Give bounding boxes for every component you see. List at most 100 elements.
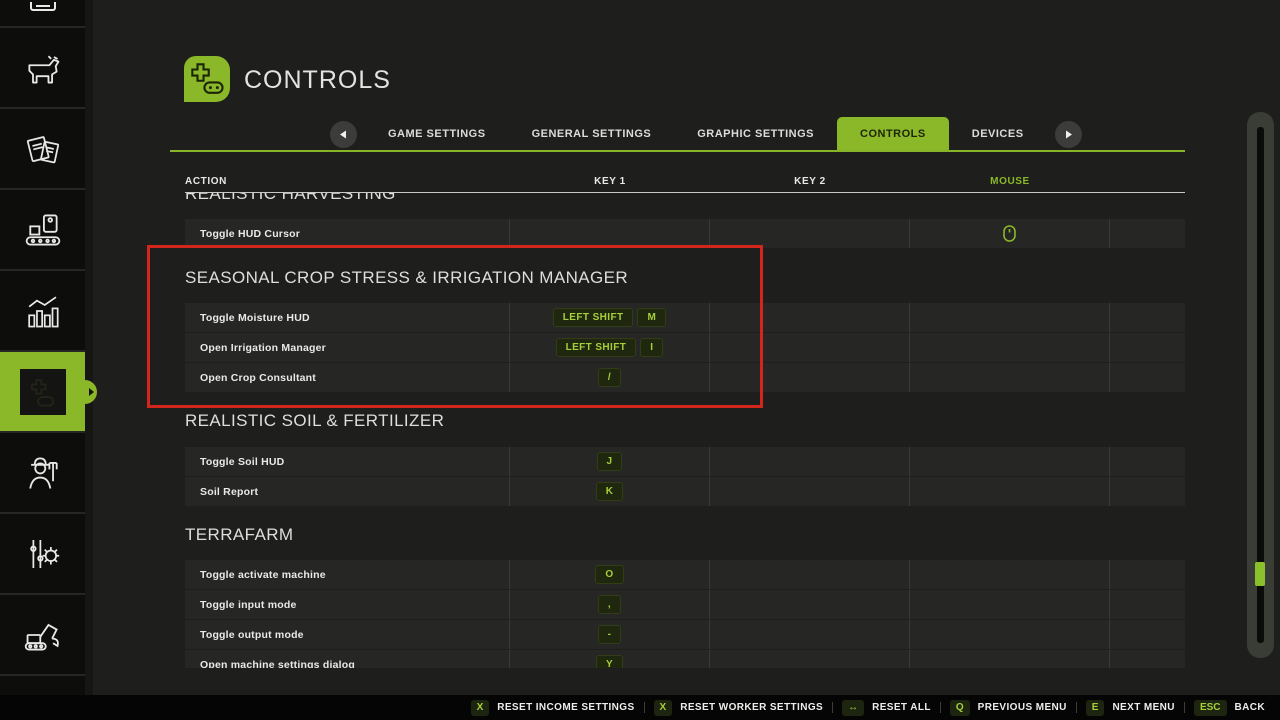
key2-cell[interactable]	[710, 333, 910, 362]
extra-cell	[1110, 447, 1184, 476]
key1-cell[interactable]: LEFT SHIFT M	[510, 303, 710, 332]
section-title: REALISTIC HARVESTING	[185, 193, 1185, 204]
mouse-cell[interactable]	[910, 590, 1110, 619]
table-row[interactable]: Toggle input mode ,	[185, 590, 1185, 620]
sidebar-item-production[interactable]	[0, 190, 85, 271]
action-label: Open Crop Consultant	[185, 363, 510, 392]
key-badge: K	[596, 482, 624, 501]
tab-game-settings[interactable]: GAME SETTINGS	[365, 117, 509, 151]
scrollbar-thumb[interactable]	[1255, 562, 1265, 586]
key1-cell[interactable]: /	[510, 363, 710, 392]
sidebar-item-controls[interactable]	[0, 352, 85, 433]
key2-cell[interactable]	[710, 447, 910, 476]
tab-bar: GAME SETTINGS GENERAL SETTINGS GRAPHIC S…	[322, 117, 1090, 151]
gamepad-dpad-icon	[188, 60, 226, 98]
mouse-cell[interactable]	[910, 620, 1110, 649]
key1-cell[interactable]: K	[510, 477, 710, 506]
action-label: Toggle Moisture HUD	[185, 303, 510, 332]
key2-cell[interactable]	[710, 560, 910, 589]
table-row[interactable]: Toggle output mode -	[185, 620, 1185, 650]
key1-cell[interactable]: -	[510, 620, 710, 649]
sidebar-item-settings[interactable]	[0, 514, 85, 595]
table-header: ACTION KEY 1 KEY 2 MOUSE	[185, 170, 1185, 193]
mouse-cell[interactable]	[910, 219, 1110, 248]
sidebar-item-vehicles[interactable]	[0, 0, 85, 28]
table-row[interactable]: Toggle HUD Cursor	[185, 219, 1185, 249]
key-e-badge: E	[1086, 700, 1105, 716]
extra-cell	[1110, 620, 1184, 649]
table-row[interactable]: Open Irrigation Manager LEFT SHIFT I	[185, 333, 1185, 363]
table-row[interactable]: Toggle activate machine O	[185, 560, 1185, 590]
section-realistic-harvesting: REALISTIC HARVESTING	[185, 193, 1185, 204]
controls-screen: CONTROLS GAME SETTINGS GENERAL SETTINGS …	[0, 0, 1280, 720]
reset-worker-settings-button[interactable]: X RESET WORKER SETTINGS	[645, 700, 833, 716]
table-row[interactable]: Soil Report K	[185, 477, 1185, 507]
key2-cell[interactable]	[710, 590, 910, 619]
mouse-cell[interactable]	[910, 447, 1110, 476]
tab-devices[interactable]: DEVICES	[949, 117, 1047, 151]
sidebar-item-animals[interactable]	[0, 28, 85, 109]
key1-cell[interactable]: O	[510, 560, 710, 589]
controls-active-icon	[20, 369, 66, 415]
documents-icon	[22, 129, 64, 169]
action-label: Toggle input mode	[185, 590, 510, 619]
key1-cell[interactable]: LEFT SHIFT I	[510, 333, 710, 362]
tab-general-settings[interactable]: GENERAL SETTINGS	[509, 117, 675, 151]
extra-cell	[1110, 363, 1184, 392]
mouse-cell[interactable]	[910, 303, 1110, 332]
previous-menu-button[interactable]: Q PREVIOUS MENU	[941, 700, 1076, 716]
key1-cell[interactable]	[510, 219, 710, 248]
column-header-key2: KEY 2	[710, 176, 910, 187]
table-row[interactable]: Open Crop Consultant /	[185, 363, 1185, 393]
sidebar-item-construction[interactable]	[0, 595, 85, 676]
sidebar	[0, 0, 85, 695]
key2-cell[interactable]	[710, 303, 910, 332]
mouse-cell[interactable]	[910, 333, 1110, 362]
table-row[interactable]: Open machine settings dialog Y	[185, 650, 1185, 668]
mouse-icon	[1003, 225, 1016, 242]
action-label: Toggle output mode	[185, 620, 510, 649]
next-menu-button[interactable]: E NEXT MENU	[1077, 700, 1184, 716]
key-badge: ,	[598, 595, 621, 614]
tabs-next-button[interactable]	[1055, 121, 1082, 148]
mouse-cell[interactable]	[910, 650, 1110, 668]
cow-icon	[21, 48, 65, 88]
key2-cell[interactable]	[710, 650, 910, 668]
sidebar-item-character[interactable]	[0, 433, 85, 514]
key2-cell[interactable]	[710, 219, 910, 248]
column-header-mouse: MOUSE	[910, 176, 1110, 187]
sidebar-item-statistics[interactable]	[0, 271, 85, 352]
table-row[interactable]: Toggle Soil HUD J	[185, 447, 1185, 477]
tabs-prev-button[interactable]	[330, 121, 357, 148]
key-x-badge: X	[654, 700, 673, 716]
key2-cell[interactable]	[710, 477, 910, 506]
reset-income-settings-button[interactable]: X RESET INCOME SETTINGS	[462, 700, 644, 716]
sliders-gear-icon	[22, 534, 64, 574]
arrow-right-icon	[1064, 130, 1073, 139]
mouse-cell[interactable]	[910, 560, 1110, 589]
extra-cell	[1110, 650, 1184, 668]
key2-cell[interactable]	[710, 363, 910, 392]
action-label: Toggle HUD Cursor	[185, 219, 510, 248]
section-terrafarm: TERRAFARM	[185, 523, 1185, 546]
table-row[interactable]: Toggle Moisture HUD LEFT SHIFT M	[185, 303, 1185, 333]
column-header-action: ACTION	[185, 176, 510, 187]
key1-cell[interactable]: ,	[510, 590, 710, 619]
action-label: Toggle activate machine	[185, 560, 510, 589]
action-label: Toggle Soil HUD	[185, 447, 510, 476]
key1-cell[interactable]: J	[510, 447, 710, 476]
key1-cell[interactable]: Y	[510, 650, 710, 668]
back-button[interactable]: ESC BACK	[1185, 700, 1274, 716]
reset-all-button[interactable]: ↔ RESET ALL	[833, 700, 940, 716]
production-icon	[21, 210, 65, 250]
mouse-cell[interactable]	[910, 363, 1110, 392]
mouse-cell[interactable]	[910, 477, 1110, 506]
sidebar-item-contracts[interactable]	[0, 109, 85, 190]
tab-controls[interactable]: CONTROLS	[837, 117, 949, 151]
key-badge: /	[598, 368, 621, 387]
key2-cell[interactable]	[710, 620, 910, 649]
key-badge: O	[595, 565, 623, 584]
key-esc-badge: ESC	[1194, 700, 1227, 716]
tab-graphic-settings[interactable]: GRAPHIC SETTINGS	[674, 117, 837, 151]
section-realistic-soil-fertilizer: REALISTIC SOIL & FERTILIZER	[185, 409, 1185, 432]
